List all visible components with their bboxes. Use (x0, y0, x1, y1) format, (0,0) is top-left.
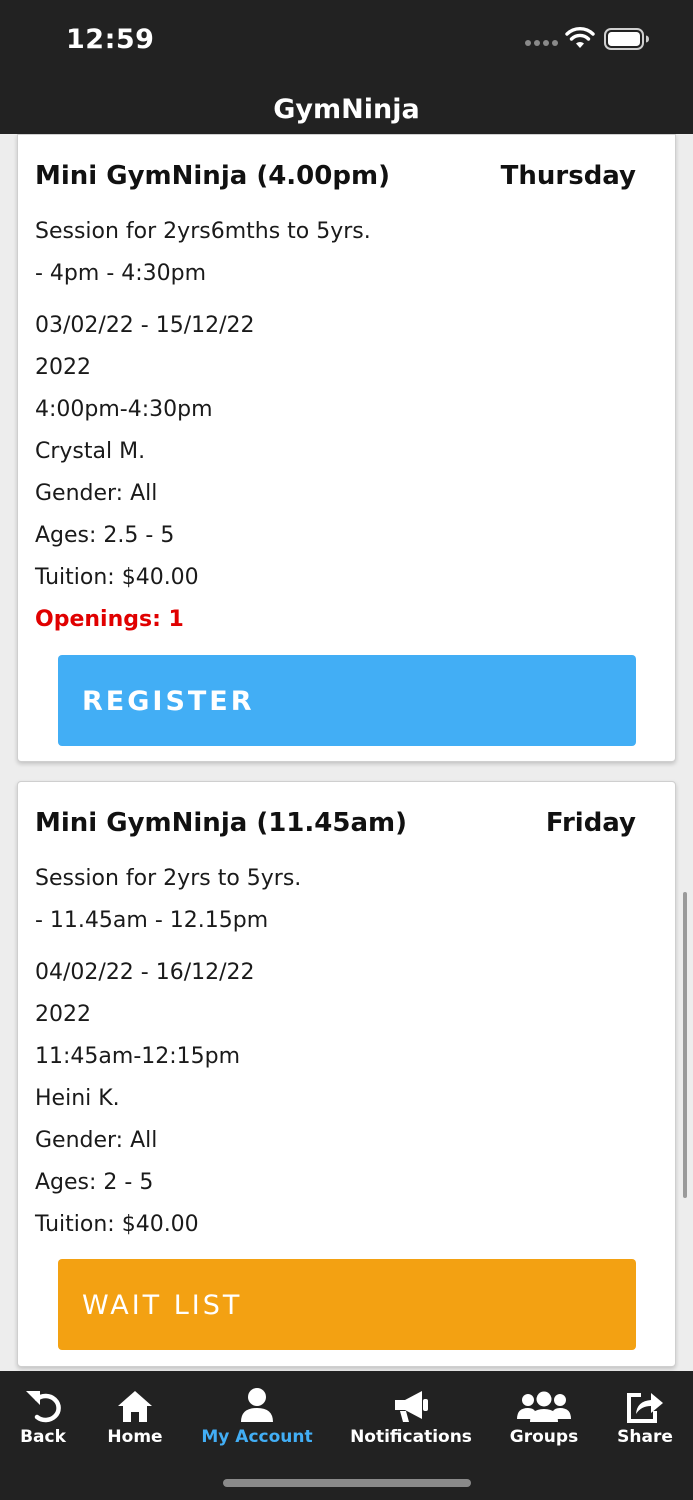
class-instructor: Heini K. (35, 1086, 120, 1111)
wait-list-button[interactable]: WAIT LIST (58, 1259, 636, 1350)
battery-icon (604, 28, 649, 50)
tab-label: Home (107, 1427, 163, 1447)
class-list[interactable]: Mini GymNinja (4.00pm) Thursday Session … (0, 134, 693, 1371)
home-icon (118, 1391, 152, 1422)
status-time: 12:59 (66, 24, 155, 55)
class-card: Mini GymNinja (11.45am) Friday Session f… (17, 781, 676, 1367)
tab-back[interactable]: Back (14, 1385, 72, 1447)
class-card: Mini GymNinja (4.00pm) Thursday Session … (17, 134, 676, 762)
class-ages: Ages: 2 - 5 (35, 1170, 154, 1195)
class-gender: Gender: All (35, 1128, 158, 1153)
scrollbar[interactable] (683, 892, 687, 1198)
class-time-note: - 4pm - 4:30pm (35, 261, 207, 286)
tab-share[interactable]: Share (615, 1385, 675, 1447)
tab-my-account[interactable]: My Account (199, 1385, 315, 1447)
class-tuition: Tuition: $40.00 (35, 565, 199, 590)
class-details: Session for 2yrs to 5yrs. - 11.45am - 12… (35, 864, 658, 1252)
class-name: Mini GymNinja (11.45am) (35, 808, 407, 838)
status-bar: 12:59 (0, 0, 693, 82)
back-arrow-icon (26, 1391, 61, 1423)
navigation-header: GymNinja (0, 82, 693, 134)
cellular-signal-icon (525, 40, 558, 46)
class-dates: 03/02/22 - 15/12/22 (35, 313, 255, 338)
tab-label: My Account (201, 1427, 313, 1447)
tab-label: Notifications (350, 1427, 472, 1447)
class-year: 2022 (35, 355, 91, 380)
tab-label: Share (617, 1427, 673, 1447)
class-description: Session for 2yrs6mths to 5yrs. (35, 219, 371, 244)
class-dates: 04/02/22 - 16/12/22 (35, 960, 255, 985)
class-openings: Openings: 1 (35, 607, 184, 632)
user-icon (241, 1388, 273, 1422)
class-card-header: Mini GymNinja (4.00pm) Thursday (35, 161, 636, 195)
class-instructor: Crystal M. (35, 439, 146, 464)
class-gender: Gender: All (35, 481, 158, 506)
class-year: 2022 (35, 1002, 91, 1027)
class-day: Thursday (500, 161, 636, 191)
tab-home[interactable]: Home (104, 1385, 166, 1447)
class-description: Session for 2yrs to 5yrs. (35, 866, 302, 891)
class-ages: Ages: 2.5 - 5 (35, 523, 175, 548)
page-title: GymNinja (273, 94, 420, 125)
class-details: Session for 2yrs6mths to 5yrs. - 4pm - 4… (35, 217, 658, 647)
register-button[interactable]: REGISTER (58, 655, 636, 746)
class-name: Mini GymNinja (4.00pm) (35, 161, 390, 191)
group-icon (517, 1391, 571, 1422)
class-card-header: Mini GymNinja (11.45am) Friday (35, 808, 636, 842)
wifi-icon (565, 27, 595, 48)
tab-label: Back (20, 1427, 66, 1447)
class-time: 4:00pm-4:30pm (35, 397, 213, 422)
class-day: Friday (545, 808, 636, 838)
home-indicator[interactable] (223, 1479, 471, 1487)
class-tuition: Tuition: $40.00 (35, 1212, 199, 1237)
tab-groups[interactable]: Groups (508, 1385, 580, 1447)
class-time-note: - 11.45am - 12.15pm (35, 908, 269, 933)
megaphone-icon (395, 1391, 428, 1422)
tab-label: Groups (509, 1427, 579, 1447)
share-icon (627, 1393, 663, 1423)
class-time: 11:45am-12:15pm (35, 1044, 241, 1069)
tab-notifications[interactable]: Notifications (350, 1385, 472, 1447)
